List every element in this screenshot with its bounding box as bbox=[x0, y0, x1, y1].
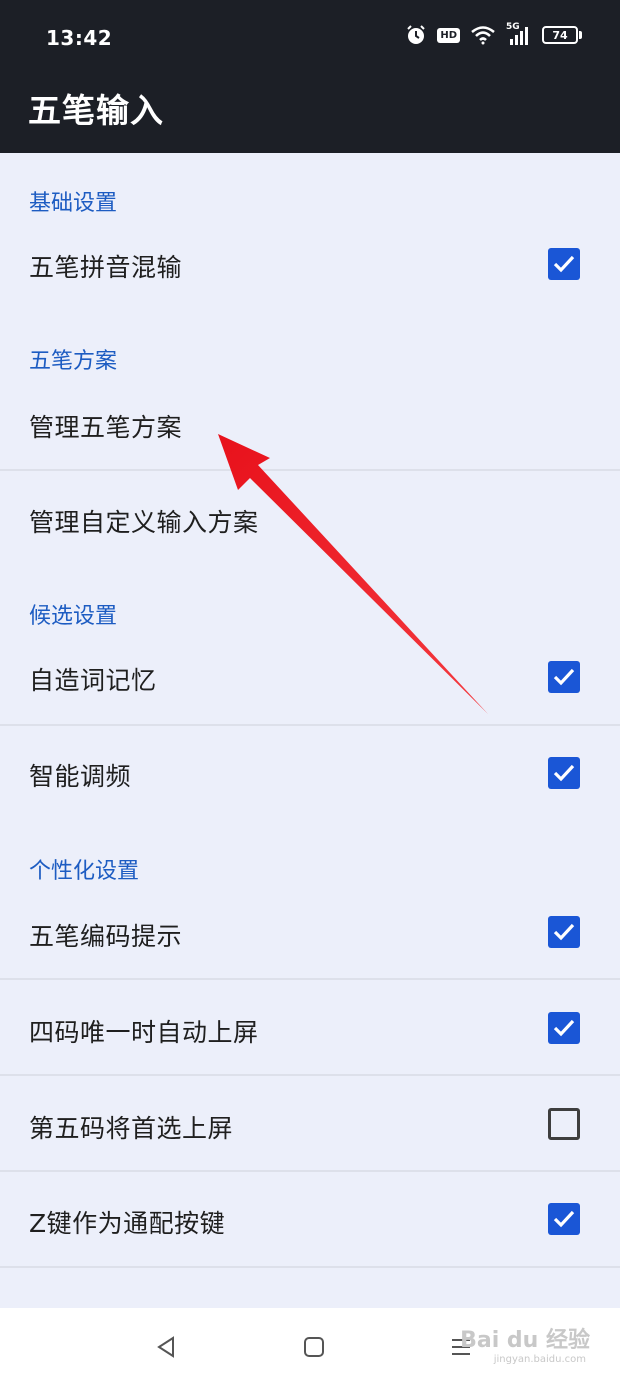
setting-label: 四码唯一时自动上屏 bbox=[29, 1018, 259, 1047]
setting-z-key[interactable]: Z键作为通配按键 bbox=[0, 1172, 620, 1266]
watermark-brand: Bai du 经验 bbox=[460, 1328, 590, 1353]
setting-label: 五笔拼音混输 bbox=[29, 253, 183, 282]
setting-label: 智能调频 bbox=[29, 762, 132, 791]
system-nav-bar: Bai du 经验 jingyan.baidu.com bbox=[0, 1308, 620, 1386]
section-header-candidate: 候选设置 bbox=[29, 604, 118, 629]
setting-label: Z键作为通配按键 bbox=[29, 1209, 226, 1238]
setting-wubi-pinyin-mix[interactable]: 五笔拼音混输 bbox=[0, 217, 620, 311]
battery-icon: 74 bbox=[542, 26, 582, 44]
watermark-url: jingyan.baidu.com bbox=[493, 1354, 586, 1365]
battery-level: 74 bbox=[542, 26, 578, 44]
section-header-scheme: 五笔方案 bbox=[29, 349, 118, 374]
code-hint-checkbox[interactable] bbox=[548, 916, 580, 948]
home-icon[interactable] bbox=[303, 1336, 325, 1362]
app-header: 13:42 HD 5G 74 五笔输入 bbox=[0, 0, 620, 153]
section-header-basic: 基础设置 bbox=[29, 191, 118, 216]
setting-code-hint[interactable]: 五笔编码提示 bbox=[0, 884, 620, 978]
setting-smart-freq[interactable]: 智能调频 bbox=[0, 726, 620, 820]
section-header-personal: 个性化设置 bbox=[29, 859, 140, 884]
setting-label: 第五码将首选上屏 bbox=[29, 1114, 234, 1143]
fifth-code-checkbox[interactable] bbox=[548, 1108, 580, 1140]
setting-four-code-auto[interactable]: 四码唯一时自动上屏 bbox=[0, 980, 620, 1074]
self-word-memory-checkbox[interactable] bbox=[548, 661, 580, 693]
setting-label: 管理自定义输入方案 bbox=[29, 508, 259, 537]
setting-manage-custom[interactable]: 管理自定义输入方案 bbox=[0, 471, 620, 565]
z-key-checkbox[interactable] bbox=[548, 1203, 580, 1235]
smart-freq-checkbox[interactable] bbox=[548, 757, 580, 789]
hd-icon: HD bbox=[437, 27, 460, 43]
signal-5g-icon: 5G bbox=[506, 22, 532, 46]
four-code-auto-checkbox[interactable] bbox=[548, 1012, 580, 1044]
status-icons: HD 5G 74 bbox=[405, 22, 582, 46]
setting-self-word-memory[interactable]: 自造词记忆 bbox=[0, 630, 620, 724]
wubi-pinyin-mix-checkbox[interactable] bbox=[548, 248, 580, 280]
setting-manage-wubi[interactable]: 管理五笔方案 bbox=[0, 375, 620, 469]
wifi-icon bbox=[470, 25, 496, 45]
battery-tip bbox=[579, 31, 582, 39]
status-time: 13:42 bbox=[46, 26, 113, 50]
setting-label: 自造词记忆 bbox=[29, 666, 157, 695]
setting-label: 五笔编码提示 bbox=[29, 922, 183, 951]
setting-label: 管理五笔方案 bbox=[29, 413, 183, 442]
setting-fifth-code[interactable]: 第五码将首选上屏 bbox=[0, 1076, 620, 1170]
divider bbox=[0, 1266, 620, 1268]
page-title: 五笔输入 bbox=[28, 91, 164, 130]
alarm-icon bbox=[405, 24, 427, 46]
back-icon[interactable] bbox=[155, 1336, 177, 1362]
